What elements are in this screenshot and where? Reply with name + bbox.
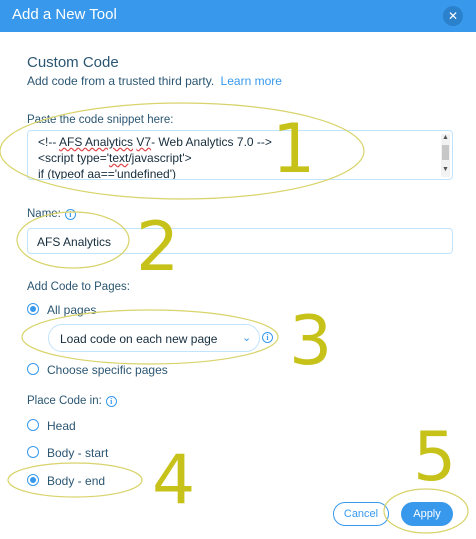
code-snippet-textarea[interactable]: <!-- AFS Analytics V7- Web Analytics 7.0… [27, 130, 453, 180]
code-lines: <!-- AFS Analytics V7- Web Analytics 7.0… [38, 134, 272, 180]
annotation-number-3: 3 [289, 302, 333, 381]
scroll-down-icon[interactable]: ▼ [442, 166, 449, 173]
annotation-number-1: 1 [272, 110, 316, 189]
chevron-down-icon: ⌄ [242, 332, 252, 344]
annotation-number-5: 5 [413, 418, 457, 497]
dialog-title: Add a New Tool [12, 6, 117, 23]
radio-body-start-label: Body - start [47, 446, 109, 460]
pages-label: Add Code to Pages: [27, 281, 130, 293]
placement-label: Place Code in: i [27, 395, 117, 407]
learn-more-link[interactable]: Learn more [221, 74, 282, 88]
radio-specific-pages-label: Choose specific pages [47, 363, 168, 377]
annotation-number-4: 4 [152, 441, 196, 520]
code-line-1: <!-- AFS Analytics V7- Web Analytics 7.0… [38, 135, 272, 149]
info-icon[interactable]: i [105, 396, 117, 407]
annotation-number-2: 2 [136, 208, 180, 287]
name-field[interactable]: AFS Analytics [27, 228, 453, 254]
radio-head[interactable] [27, 419, 39, 431]
code-line-3: if (typeof aa=='undefined') [38, 167, 177, 180]
code-line-2: <script type='text/javascript'> [38, 151, 192, 165]
code-scrollbar[interactable]: ▲ ▼ [441, 134, 450, 177]
dialog-titlebar: Add a New Tool ✕ [0, 0, 476, 32]
name-value: AFS Analytics [37, 235, 112, 249]
close-icon[interactable]: ✕ [443, 6, 463, 26]
radio-all-pages[interactable] [27, 303, 39, 315]
radio-head-label: Head [47, 419, 76, 433]
section-title: Custom Code [27, 54, 119, 71]
scroll-up-icon[interactable]: ▲ [442, 134, 449, 141]
radio-specific-pages[interactable] [27, 363, 39, 375]
scroll-thumb[interactable] [442, 145, 449, 160]
radio-all-pages-label: All pages [47, 303, 97, 317]
section-subtitle: Add code from a trusted third party. Lea… [27, 74, 282, 88]
radio-body-start[interactable] [27, 446, 39, 458]
load-code-select-value: Load code on each new page [60, 332, 218, 346]
section-subtitle-text: Add code from a trusted third party. [27, 74, 215, 88]
info-icon[interactable]: i [262, 332, 273, 343]
apply-button[interactable]: Apply [401, 502, 453, 526]
name-label: Name: i [27, 208, 76, 220]
cancel-button[interactable]: Cancel [333, 502, 389, 526]
code-label: Paste the code snippet here: [27, 114, 174, 126]
info-icon[interactable]: i [64, 209, 76, 220]
radio-body-end-label: Body - end [47, 474, 106, 488]
load-code-select[interactable]: Load code on each new page ⌄ [48, 324, 260, 352]
radio-body-end[interactable] [27, 474, 39, 486]
